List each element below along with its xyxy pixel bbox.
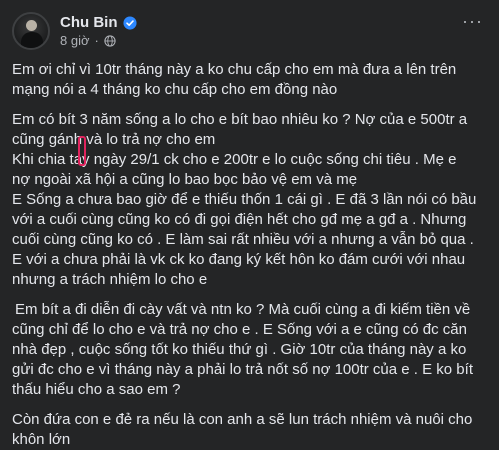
- paragraph-1: Em ơi chỉ vì 10tr tháng này a ko chu cấp…: [12, 60, 490, 100]
- text-line: khôn lớn: [12, 431, 71, 448]
- highlight-marker: [78, 136, 86, 166]
- text-line: cũng chỉ để lo cho e và trả nợ cho e . E…: [12, 321, 467, 338]
- paragraph-4: Còn đứa con e đẻ ra nếu là con anh a sẽ …: [12, 410, 490, 450]
- post-meta: Chu Bin 8 giờ ·: [60, 14, 137, 48]
- globe-icon[interactable]: [104, 34, 116, 47]
- text-line: Em ơi chỉ vì 10tr tháng này a ko chu cấp…: [12, 61, 457, 78]
- more-options-icon[interactable]: ···: [462, 12, 483, 30]
- text-line: thấu hiểu cho a sao em ?: [12, 381, 181, 398]
- avatar[interactable]: [12, 12, 50, 50]
- text-line: Còn đứa con e đẻ ra nếu là con anh a sẽ …: [12, 411, 473, 428]
- verified-badge-icon: [122, 15, 137, 30]
- author-name[interactable]: Chu Bin: [60, 14, 118, 31]
- text-line: E Sống a chưa bao giờ để e thiếu thốn 1 …: [12, 191, 477, 208]
- text-line: nợ ngoài xã hội a cũng lo bao bọc bảo vệ…: [12, 171, 358, 188]
- text-line: nhưng a trách nhiệm lo cho e: [12, 271, 208, 288]
- text-line: E với a chưa phải là vk ck ko đang ký kế…: [12, 251, 466, 268]
- post-header: Chu Bin 8 giờ ·: [12, 10, 137, 52]
- post-body: Em ơi chỉ vì 10tr tháng này a ko chu cấp…: [12, 60, 490, 450]
- post-timestamp[interactable]: 8 giờ: [60, 33, 90, 48]
- facebook-post: Chu Bin 8 giờ · ··· Em ơi chỉ vì 10tr th…: [0, 0, 499, 448]
- text-line: mạng nói a 4 tháng ko chu cấp cho em đồn…: [12, 81, 338, 98]
- text-line: với a cuối cùng cũng ko có đi gọi điện h…: [12, 211, 467, 228]
- text-line: nhà đẹp , cuộc sống tốt ko thiếu thứ gì …: [12, 341, 467, 358]
- author-row: Chu Bin: [60, 14, 137, 31]
- post-time-row: 8 giờ ·: [60, 33, 137, 48]
- separator-dot: ·: [94, 33, 99, 48]
- paragraph-3: Em bít a đi diễn đi cày vất và ntn ko ? …: [12, 300, 490, 400]
- text-line: cuối cùng cũng ko có . E làm sai rất nhi…: [12, 231, 474, 248]
- text-line: Em bít a đi diễn đi cày vất và ntn ko ? …: [15, 301, 471, 318]
- text-line: Em có bít 3 năm sống a lo cho e bít bao …: [12, 111, 468, 128]
- text-line: gửi đc cho e vì tháng này a phải lo trả …: [12, 361, 473, 378]
